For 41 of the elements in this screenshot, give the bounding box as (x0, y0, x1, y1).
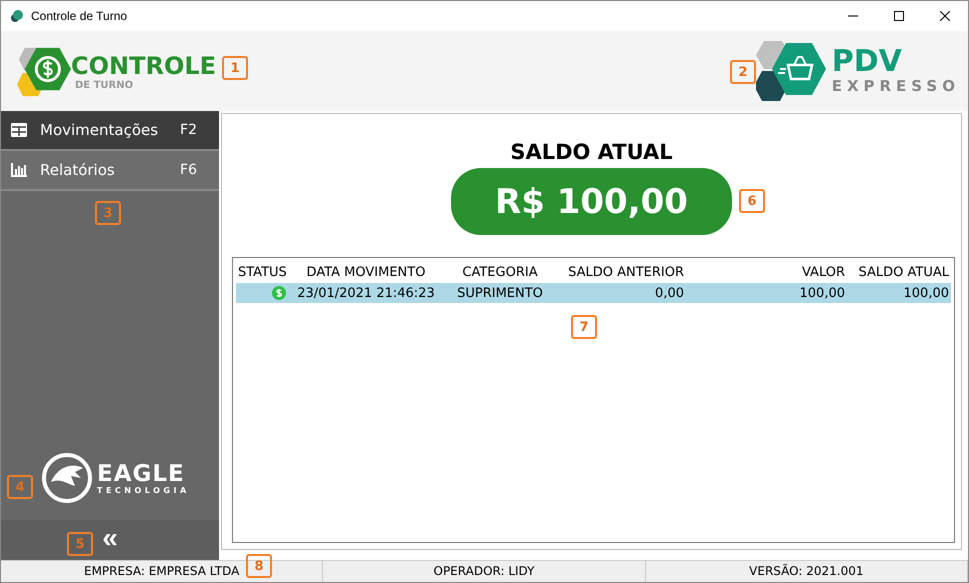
status-text: OPERADOR: LIDY (323, 561, 646, 582)
table-cell-text: 0,00 (654, 286, 685, 300)
table-cell-text: 100,00 (902, 286, 950, 300)
column-header: SALDO ANTERIOR (567, 265, 685, 280)
callout-marker: 7 (571, 315, 597, 339)
status-text: VERSÃO: 2021.001 (646, 561, 968, 582)
dollar-icon (272, 286, 286, 300)
column-header: VALOR (801, 265, 846, 280)
eagle-head-icon (41, 452, 93, 504)
app-icon (10, 9, 24, 23)
logo-subtitle: DE TURNO (75, 80, 134, 90)
callout-marker: 3 (95, 201, 121, 225)
logo-title: PDV (832, 47, 903, 77)
balance-value: R$ 100,00 (451, 168, 732, 235)
table-cell-text: 100,00 (798, 286, 846, 300)
callout-marker: 5 (67, 532, 93, 556)
table-cell-text: SUPRIMENTO (456, 286, 544, 300)
callout-marker: 8 (246, 554, 272, 578)
table-row[interactable]: 23/01/2021 21:46:23 SUPRIMENTO 0,00 100,00 100,00 (236, 283, 951, 303)
logo-title: CONTROLE (71, 52, 216, 80)
logo-subtitle: TECNOLOGIA (97, 486, 190, 494)
logo-title: EAGLE (97, 462, 186, 486)
balance-title: SALDO ATUAL (510, 140, 673, 164)
callout-marker: 1 (222, 56, 248, 80)
menu-item[interactable]: Movimentações F2 (1, 111, 219, 151)
callout-marker: 6 (739, 189, 765, 213)
logo-subtitle: EXPRESSO (832, 77, 960, 95)
column-header: CATEGORIA (461, 265, 539, 280)
collapse-button[interactable]: « (102, 524, 118, 556)
column-header: SALDO ATUAL (858, 265, 950, 280)
column-header: DATA MOVIMENTO (306, 265, 426, 280)
maximize-icon[interactable] (894, 11, 904, 21)
table-icon (11, 123, 27, 137)
bar-chart-icon (11, 163, 27, 177)
callout-marker: 2 (730, 60, 756, 84)
callout-marker: 4 (7, 475, 33, 499)
table-cell-text: 23/01/2021 21:46:23 (296, 286, 436, 300)
column-header: STATUS (237, 265, 288, 280)
close-icon[interactable] (940, 11, 950, 21)
window-title: Controle de Turno (31, 9, 128, 23)
menu-item[interactable]: Relatórios F6 (1, 151, 219, 191)
